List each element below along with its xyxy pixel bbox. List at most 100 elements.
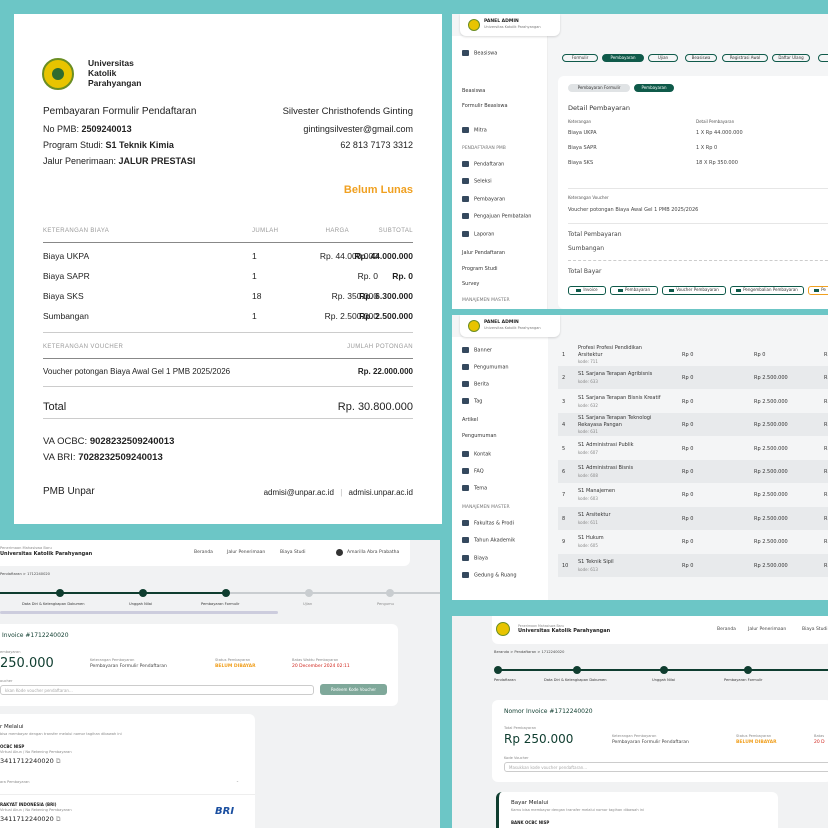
sidebar-item[interactable]: Program Studi — [462, 266, 498, 272]
sidebar-item[interactable]: Pendaftaran — [462, 161, 504, 168]
nav-jalur[interactable]: Jalur Penerimaan — [748, 627, 786, 632]
tab-daftar-ulang[interactable]: Daftar Ulang — [772, 54, 810, 62]
menu-icon — [462, 555, 469, 561]
sidebar-item[interactable]: Survey — [462, 281, 479, 287]
sidebar-item[interactable]: Banner — [462, 347, 492, 354]
sidebar-item[interactable]: FAQ — [462, 468, 484, 475]
button-label: Pembayaran — [624, 287, 651, 292]
step-label: Ujian — [303, 602, 313, 606]
sidebar-item: MANAJEMEN MASTER — [462, 505, 510, 510]
voucher-input[interactable]: kkan Kode voucher pendaftaran... — [0, 685, 314, 695]
tab-beasiswa[interactable]: Beasiswa — [685, 54, 717, 62]
va-label: VA BRI: — [43, 452, 79, 463]
copy-icon[interactable]: ⧉ — [56, 757, 61, 765]
sidebar-item[interactable]: Tema — [462, 485, 487, 492]
sidebar-item[interactable]: Laporan — [462, 231, 494, 238]
divider — [568, 188, 828, 189]
sidebar-item-label: Formulir Beasiswa — [462, 103, 508, 109]
tab-registrasi-awal[interactable]: Registrasi Awal — [722, 54, 768, 62]
sidebar-item[interactable]: Tahun Akademik — [462, 537, 515, 544]
scroll-indicator[interactable] — [0, 611, 278, 614]
deadline-value: 20 D — [814, 740, 825, 745]
sidebar-item-label: Banner — [474, 347, 492, 354]
pmb-number: No PMB: 2509240013 — [43, 124, 132, 134]
fee-b: Rp 2.500.000 — [754, 445, 788, 452]
sidebar-item[interactable]: Gedung & Ruang — [462, 572, 517, 579]
table-row[interactable]: 7 S1 Manajemen kode: 603 Rp 0 Rp 2.500.000 R — [558, 483, 828, 506]
deadline-label: Batas — [814, 734, 825, 738]
table-row[interactable]: 10 S1 Teknik Sipil kode: 613 Rp 0 Rp 2.500.0… — [558, 553, 828, 577]
admin-brand: PANEL ADMIN — [484, 320, 519, 325]
nav-beranda[interactable]: Beranda — [194, 550, 213, 555]
prodi-code: kode: 711 — [578, 359, 598, 364]
sidebar-item[interactable]: Biaya — [462, 555, 488, 562]
subtab-pembayaran[interactable]: Pembayaran — [634, 84, 674, 92]
sidebar-item-label: Tema — [474, 485, 488, 492]
sidebar-item[interactable]: Kontak — [462, 451, 491, 458]
user-avatar-icon[interactable] — [336, 549, 343, 556]
nav-beranda[interactable]: Beranda — [717, 627, 736, 632]
sidebar-item: PENDAFTARAN PMB — [462, 146, 506, 151]
row-number: 8 — [562, 515, 566, 522]
table-row[interactable]: 8 S1 Arsitektur kode: 611 Rp 0 Rp 2.500.000 R — [558, 506, 828, 530]
ket-value: Pembayaran Formulir Pendaftaran — [612, 740, 689, 745]
redeem-voucher-button[interactable]: Redeem Kode Voucher — [320, 684, 387, 695]
sidebar-item[interactable]: Seleksi — [462, 178, 492, 185]
sidebar-item[interactable]: Beasiswa — [462, 88, 485, 94]
sidebar-item[interactable]: Berita — [462, 381, 489, 388]
table-row[interactable]: 2 S1 Sarjana Terapan Agribisnis kode: 633 R… — [558, 366, 828, 390]
invoice-card: Invoice #1712240020 embayaran 250.000 Ke… — [0, 624, 398, 706]
va-label: Virtual Akun / No Rekening Pembayaran — [0, 750, 72, 754]
action-button-invoice[interactable]: Invoice — [568, 286, 606, 295]
sidebar-item[interactable]: Pengajuan Pembatalan — [462, 213, 531, 220]
admin-header: PANEL ADMIN Universitas Katolik Parahyan… — [460, 315, 560, 337]
user-name[interactable]: Amarilla Abra Prabatha — [347, 550, 399, 555]
nav-jalur[interactable]: Jalur Penerimaan — [227, 550, 265, 555]
action-button-pe[interactable]: Pe — [808, 286, 828, 295]
sidebar-item[interactable]: Artikel — [462, 417, 478, 423]
copy-icon[interactable]: ⧉ — [56, 815, 61, 823]
voucher-name: Voucher potongan Biaya Awal Gel 1 PMB 20… — [43, 367, 231, 376]
table-row[interactable]: 6 S1 Administrasi Bisnis kode: 608 Rp 0 Rp 2… — [558, 460, 828, 483]
fee-a: Rp 0 — [682, 422, 694, 429]
sidebar-item-label: Pengajuan Pembatalan — [474, 213, 532, 220]
nav-biaya[interactable]: Biaya Studi — [802, 627, 828, 632]
action-button-voucher-pembayaran[interactable]: Voucher Pembayaran — [662, 286, 726, 295]
divider — [43, 386, 413, 387]
sidebar-item[interactable]: Fakultas & Prodi — [462, 520, 514, 527]
tab-pembayaran[interactable]: Pembayaran — [602, 54, 644, 62]
action-button-pembayaran[interactable]: Pembayaran — [610, 286, 658, 295]
sidebar-item[interactable]: Tag — [462, 398, 482, 405]
payment-guide-toggle[interactable]: ara Pembayaran — [0, 780, 30, 784]
sidebar-item[interactable]: Mitra — [462, 127, 487, 134]
pmb-label: No PMB: — [43, 124, 82, 134]
menu-icon — [462, 196, 469, 202]
sidebar-item-label: Biaya — [474, 555, 488, 562]
tab-more[interactable] — [818, 54, 828, 62]
table-row[interactable]: 5 S1 Administrasi Publik kode: 607 Rp 0 Rp 2… — [558, 437, 828, 460]
table-row[interactable]: 3 S1 Sarjana Terapan Bisnis Kreatif kode: … — [558, 390, 828, 413]
sidebar-item[interactable]: Pengumuman — [462, 433, 497, 439]
deadline-value: 20 December 2024 02:11 — [292, 664, 350, 669]
menu-icon — [462, 364, 469, 370]
sidebar-item[interactable]: Pembayaran — [462, 196, 505, 203]
sidebar-item[interactable]: Jalur Pendaftaran — [462, 250, 505, 256]
sidebar-item-label: PENDAFTARAN PMB — [462, 146, 506, 151]
nav-biaya[interactable]: Biaya Studi — [280, 550, 306, 555]
table-row[interactable]: 1 Profesi Profesi Pendidikan Arsitektur kod… — [558, 343, 828, 366]
action-button-pengembalian-pembayaran[interactable]: Pengembalian Pembayaran — [730, 286, 804, 295]
subtab-pembayaran-formulir[interactable]: Pembayaran Formulir — [568, 84, 630, 92]
va-number: 9028232509240013 — [89, 436, 175, 447]
sidebar-item[interactable]: Pengumuman — [462, 364, 509, 371]
chevron-down-icon[interactable]: ⌄ — [236, 779, 239, 783]
table-row[interactable]: 4 S1 Sarjana Terapan Teknologi Rekayasa Pa… — [558, 413, 828, 437]
sidebar-item[interactable]: Beasiswa — [462, 50, 497, 57]
tab-ujian[interactable]: Ujian — [648, 54, 678, 62]
table-row[interactable]: 9 S1 Hukum kode: 605 Rp 0 Rp 2.500.000 R — [558, 530, 828, 553]
button-icon — [576, 288, 582, 292]
sidebar-item[interactable]: Formulir Beasiswa — [462, 103, 508, 109]
voucher-input[interactable]: Masukkan kode voucher pendaftaran... — [504, 762, 828, 772]
tab-formulir[interactable]: Formulir — [562, 54, 598, 62]
site-logo — [496, 622, 510, 636]
prodi-name-line2: Rekayasa Pangan — [578, 422, 622, 429]
